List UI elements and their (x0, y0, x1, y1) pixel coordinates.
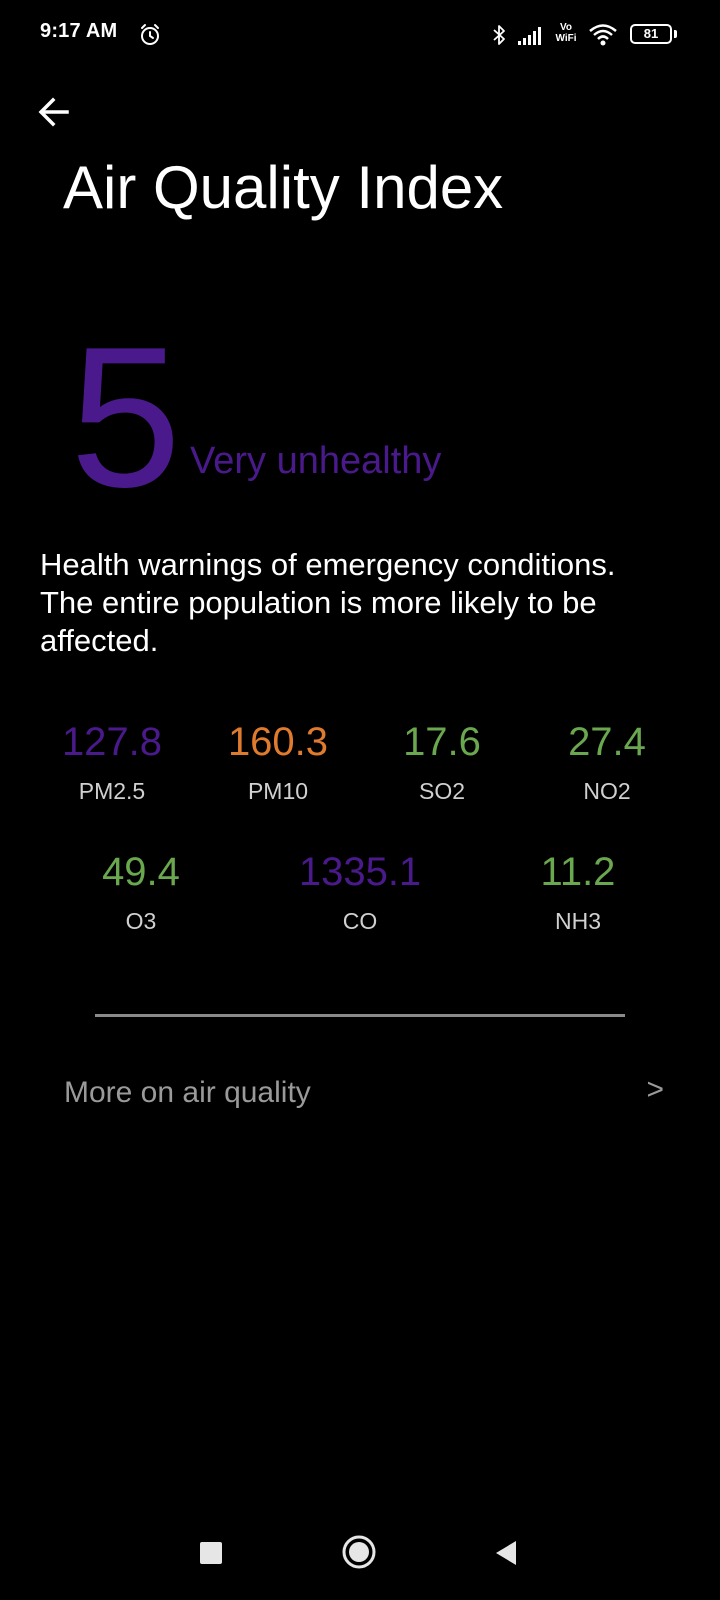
pollutant-value: 127.8 (61, 720, 163, 764)
bluetooth-icon (493, 25, 505, 45)
pollutant-so2: 17.6 SO2 (362, 718, 522, 806)
recents-square-icon[interactable] (200, 1542, 222, 1564)
pollutant-name: CO (342, 908, 378, 934)
pollutant-value: 49.4 (102, 850, 180, 894)
pollutant-name: O3 (125, 908, 157, 934)
pollutant-value: 160.3 (227, 720, 329, 764)
pollutant-value: 17.6 (403, 720, 481, 764)
pollutant-nh3: 11.2 NH3 (498, 848, 658, 936)
pollutant-no2: 27.4 NO2 (527, 718, 687, 806)
pollutant-name: NH3 (554, 908, 601, 934)
back-button[interactable] (30, 88, 78, 136)
status-time: 9:17 AM (40, 20, 118, 42)
vowifi-top-label: Vo (559, 22, 573, 33)
pollutant-pm25: 127.8 PM2.5 (32, 718, 192, 806)
pollutant-pm10: 160.3 PM10 (198, 718, 358, 806)
pollutant-name: PM2.5 (78, 778, 146, 804)
wifi-icon (589, 24, 617, 46)
chevron-right-icon: > (646, 1073, 664, 1106)
pollutant-value: 27.4 (568, 720, 646, 764)
battery-tip (674, 30, 677, 38)
alarm-icon (141, 24, 159, 45)
back-arrow-icon (38, 97, 69, 127)
back-triangle-icon[interactable] (494, 1540, 518, 1566)
page-title: Air Quality Index (63, 154, 504, 221)
battery-level: 81 (643, 26, 659, 41)
pollutant-name: PM10 (247, 778, 309, 804)
vowifi-bottom-label: WiFi (555, 33, 577, 44)
home-circle-icon[interactable] (341, 1534, 377, 1570)
pollutant-value: 1335.1 (298, 850, 422, 894)
pollutant-value: 11.2 (540, 850, 616, 894)
aqi-category-label: Very unhealthy (190, 440, 442, 482)
more-on-air-quality-link[interactable]: More on air quality > (64, 1073, 664, 1126)
pollutant-o3: 49.4 O3 (61, 848, 221, 936)
signal-icon (518, 27, 541, 45)
aqi-description: Health warnings of emergency conditions.… (40, 547, 616, 658)
pollutant-name: NO2 (583, 778, 631, 804)
pollutant-co: 1335.1 CO (280, 848, 440, 936)
divider (95, 1014, 625, 1017)
more-link-label: More on air quality (64, 1076, 311, 1109)
pollutant-name: SO2 (418, 778, 466, 804)
status-bar: 9:17 AM Vo WiFi 81 (0, 0, 720, 70)
vowifi-icon: Vo WiFi (551, 22, 581, 48)
battery-indicator: 81 (630, 24, 672, 44)
aqi-value: 5 (70, 306, 182, 529)
